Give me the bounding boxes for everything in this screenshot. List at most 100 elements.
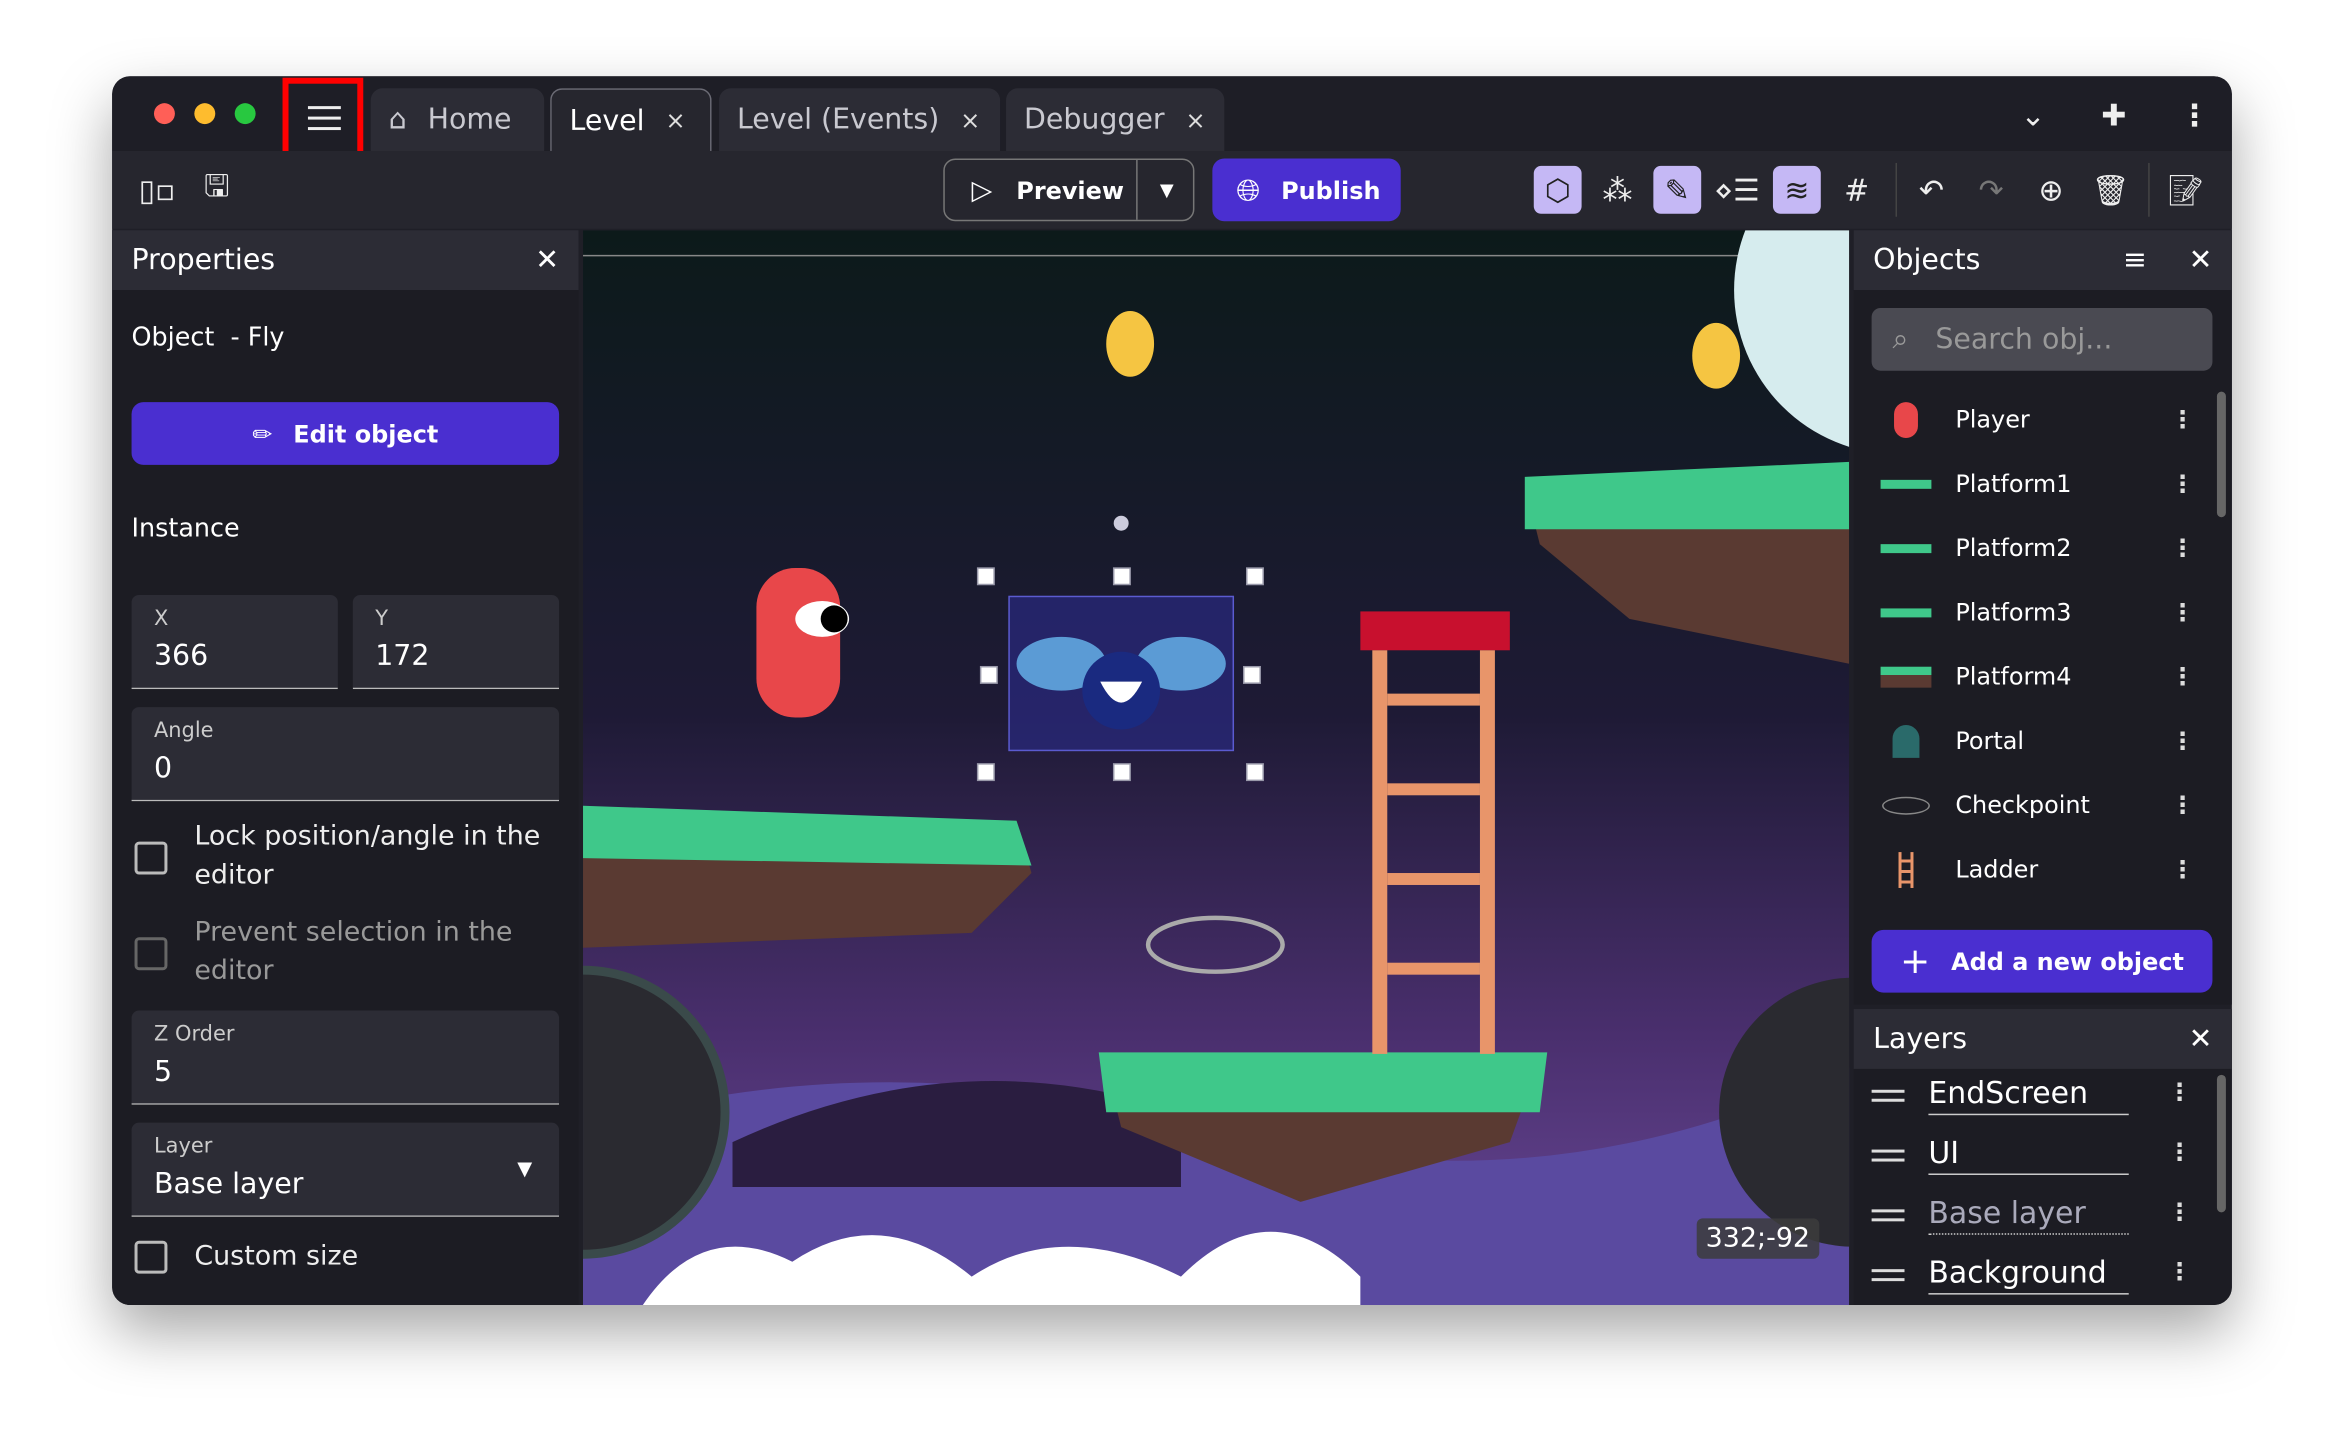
publish-button[interactable]: 🌐︎ Publish <box>1212 158 1401 222</box>
player-thumbnail <box>1869 401 1944 438</box>
drag-handle-icon[interactable] <box>1871 1089 1905 1102</box>
coin <box>1106 310 1155 377</box>
drag-handle-icon[interactable] <box>1871 1269 1905 1282</box>
preview-dropdown-icon[interactable]: ▼ <box>1136 159 1196 220</box>
portal-thumbnail <box>1869 724 1944 758</box>
object-groups-icon[interactable]: ⁂ <box>1594 166 1642 214</box>
more-vertical-icon[interactable]: ⋮ <box>2171 727 2195 755</box>
edit-pencil-icon[interactable]: ✎ <box>1653 165 1702 214</box>
platform <box>583 805 1032 948</box>
scrollbar[interactable] <box>2216 1074 2226 1213</box>
platform-thumbnail <box>1869 665 1944 687</box>
list-item[interactable]: Ladder ⋮ <box>1854 837 2213 901</box>
zoom-in-icon[interactable]: ⊕ <box>2027 166 2075 214</box>
more-vertical-icon[interactable]: ⋮ <box>2171 598 2195 626</box>
instances-list-icon[interactable]: ⋄☰ <box>1713 166 1761 214</box>
toolbar: ▯▫ 🖫 ▷ Preview ▼ 🌐︎ Publish ⬡ ⁂ ✎ ⋄☰ ≋ # … <box>112 150 2232 229</box>
tab-level[interactable]: Level × <box>550 88 712 151</box>
tab-home[interactable]: ⌂ Home <box>370 88 545 151</box>
list-item[interactable]: Platform4 ⋮ <box>1854 644 2213 708</box>
add-object-button[interactable]: + Add a new object <box>1871 929 2213 993</box>
game-scene <box>583 230 1850 1306</box>
platform-thumbnail <box>1869 607 1944 617</box>
z-order-field[interactable]: Z Order 5 <box>131 1010 560 1105</box>
edit-object-button[interactable]: ✏ Edit object <box>131 402 560 465</box>
panels-icon[interactable]: ▯▫ <box>136 170 178 209</box>
layers-icon[interactable]: ≋ <box>1772 165 1821 214</box>
search-input[interactable]: ⌕ Search obj... <box>1871 307 2213 371</box>
angle-field[interactable]: Angle 0 <box>131 707 560 802</box>
list-item[interactable]: Checkpoint ⋮ <box>1854 773 2213 837</box>
drag-handle-icon[interactable] <box>1871 1209 1905 1222</box>
scrollbar[interactable] <box>2216 391 2226 518</box>
list-item[interactable]: Platform1 ⋮ <box>1854 451 2213 515</box>
more-vertical-icon[interactable]: ⋮ <box>2172 97 2217 133</box>
objects-panel: Objects ≡ ✕ ⌕ Search obj... Player ⋮ Platfor… <box>1853 230 2232 1005</box>
more-vertical-icon[interactable]: ⋮ <box>2171 469 2195 497</box>
minimize-window-button[interactable] <box>194 103 216 125</box>
layer-item[interactable]: Base layer ⋮ <box>1854 1188 2213 1248</box>
close-icon[interactable]: ✕ <box>2189 244 2213 277</box>
save-icon[interactable]: 🖫 <box>196 167 238 209</box>
list-item[interactable]: Platform2 ⋮ <box>1854 516 2213 580</box>
panel-title: Objects <box>1873 243 1981 277</box>
editor-window: ⌂ Home Level × Level (Events) × Debugger × ⌄… <box>112 76 2232 1306</box>
cursor-coordinates: 332;-92 <box>1696 1218 1820 1259</box>
more-vertical-icon[interactable]: ⋮ <box>2168 1257 2192 1285</box>
lock-position-checkbox[interactable] <box>134 841 168 875</box>
prevent-selection-checkbox[interactable] <box>134 937 168 971</box>
search-icon: ⌕ <box>1892 322 1909 356</box>
play-icon: ▷ <box>971 174 993 206</box>
more-vertical-icon[interactable]: ⋮ <box>2171 855 2195 883</box>
close-icon[interactable]: ✕ <box>535 244 559 277</box>
menu-button[interactable] <box>282 77 364 159</box>
platform-thumbnail <box>1869 479 1944 489</box>
extension-icon[interactable]: ✚ <box>2091 97 2136 133</box>
close-tab-icon[interactable]: × <box>960 105 980 133</box>
more-vertical-icon[interactable]: ⋮ <box>2168 1078 2192 1106</box>
hamburger-icon <box>307 106 341 131</box>
list-item[interactable]: Portal ⋮ <box>1854 709 2213 773</box>
preview-button[interactable]: ▷ Preview ▼ <box>943 158 1196 222</box>
redo-icon[interactable]: ↷ <box>1967 166 2015 214</box>
y-field[interactable]: Y 172 <box>352 594 560 690</box>
player <box>756 568 850 718</box>
object-cube-icon[interactable]: ⬡ <box>1533 165 1582 214</box>
home-icon: ⌂ <box>388 103 407 137</box>
close-window-button[interactable] <box>153 103 175 125</box>
trash-icon[interactable]: 🗑︎ <box>2087 166 2135 214</box>
custom-size-checkbox[interactable] <box>134 1240 168 1274</box>
drag-handle-icon[interactable] <box>1871 1149 1905 1162</box>
close-icon[interactable]: ✕ <box>2189 1023 2213 1056</box>
tab-level-events[interactable]: Level (Events) × <box>719 88 1001 151</box>
edit-layout-icon[interactable]: 📝︎ <box>2162 166 2210 214</box>
more-vertical-icon[interactable]: ⋮ <box>2168 1138 2192 1166</box>
undo-icon[interactable]: ↶ <box>1907 166 1955 214</box>
list-item[interactable]: Platform3 ⋮ <box>1854 580 2213 644</box>
close-tab-icon[interactable]: × <box>1186 105 1206 133</box>
platform-thumbnail <box>1869 543 1944 553</box>
plus-icon: + <box>1900 940 1931 983</box>
more-vertical-icon[interactable]: ⋮ <box>2171 791 2195 819</box>
more-vertical-icon[interactable]: ⋮ <box>2168 1197 2192 1225</box>
more-vertical-icon[interactable]: ⋮ <box>2171 662 2195 690</box>
tab-debugger[interactable]: Debugger × <box>1006 88 1225 151</box>
panel-title: Layers <box>1873 1022 1968 1056</box>
layer-item[interactable]: EndScreen ⋮ <box>1854 1069 2213 1129</box>
more-vertical-icon[interactable]: ⋮ <box>2171 534 2195 562</box>
layer-item[interactable]: Background ⋮ <box>1854 1248 2213 1305</box>
maximize-window-button[interactable] <box>234 103 256 125</box>
grid-icon[interactable]: # <box>1833 166 1881 214</box>
checkpoint-thumbnail <box>1869 796 1944 814</box>
x-field[interactable]: X 366 <box>131 594 338 690</box>
layer-item[interactable]: UI ⋮ <box>1854 1129 2213 1189</box>
ladder-thumbnail <box>1869 851 1944 888</box>
filter-icon[interactable]: ≡ <box>2123 244 2147 277</box>
close-tab-icon[interactable]: × <box>665 106 685 134</box>
layer-select[interactable]: Layer Base layer ▼ <box>131 1122 560 1217</box>
globe-icon: 🌐︎ <box>1236 171 1261 208</box>
chevron-down-icon[interactable]: ⌄ <box>2011 97 2056 133</box>
scene-canvas[interactable]: 332;-92 <box>583 230 1850 1306</box>
list-item[interactable]: Player ⋮ <box>1854 387 2213 451</box>
more-vertical-icon[interactable]: ⋮ <box>2171 405 2195 433</box>
